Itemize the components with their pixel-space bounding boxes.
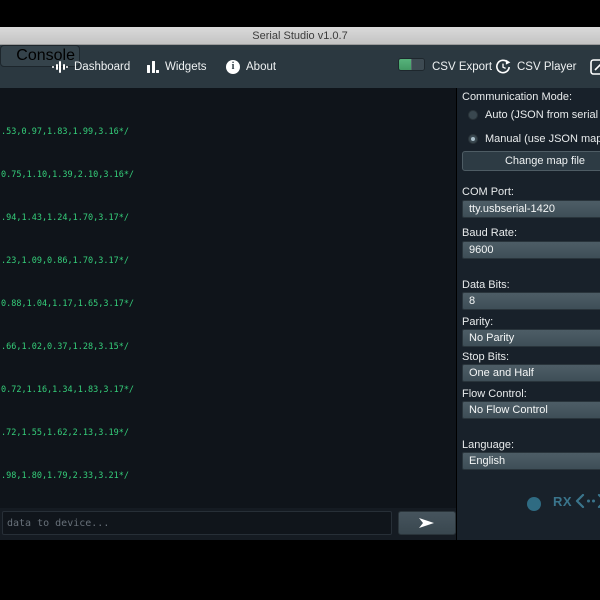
flow-control-select[interactable]: No Flow Control [462, 401, 600, 419]
parity-label: Parity: [462, 316, 494, 328]
console-line: .94,1.43,1.24,1.70,3.17*/ [1, 213, 129, 223]
radio-auto-label: Auto (JSON from serial [485, 109, 599, 121]
comm-mode-label: Communication Mode: [462, 91, 573, 103]
data-bits-value: 8 [469, 295, 476, 307]
data-bits-select[interactable]: 8 [462, 292, 600, 310]
console-line: .72,1.55,1.62,2.13,3.19*/ [1, 428, 129, 438]
console-line: .98,1.80,1.79,2.33,3.21*/ [1, 471, 129, 481]
change-map-file-button[interactable]: Change map file [462, 151, 600, 171]
flow-control-value: No Flow Control [469, 404, 548, 416]
stop-bits-label: Stop Bits: [462, 351, 510, 363]
console-line: 0.88,1.04,1.17,1.65,3.17*/ [1, 299, 135, 309]
console-panel: .53,0.97,1.83,1.99,3.16*/ 0.75,1.10,1.39… [0, 88, 456, 540]
settings-panel: Communication Mode: Auto (JSON from seri… [457, 88, 600, 540]
com-port-label: COM Port: [462, 186, 514, 198]
toolbar-button-log[interactable] [590, 45, 600, 88]
parity-value: No Parity [469, 332, 515, 344]
csv-export-label-item: CSV Export [432, 45, 492, 88]
parity-select[interactable]: No Parity [462, 329, 600, 347]
baud-rate-value: 9600 [469, 244, 494, 256]
radio-icon [468, 110, 478, 120]
console-line: 0.75,1.10,1.39,2.10,3.16*/ [1, 170, 135, 180]
radio-manual-json[interactable]: Manual (use JSON map [468, 133, 600, 145]
console-output[interactable]: .53,0.97,1.83,1.99,3.16*/ 0.75,1.10,1.39… [0, 88, 456, 508]
clock-replay-icon [496, 59, 511, 73]
console-line: .53,0.97,1.83,1.99,3.16*/ [1, 127, 129, 137]
language-label: Language: [462, 439, 514, 451]
console-input[interactable] [2, 511, 392, 535]
console-log: .53,0.97,1.83,1.99,3.16*/ 0.75,1.10,1.39… [1, 88, 134, 508]
com-port-select[interactable]: tty.usbserial-1420 [462, 200, 600, 218]
info-icon: i [226, 59, 240, 74]
toolbar: Console Dashboard Widgets i About CSV Ex… [0, 45, 600, 88]
serial-terminal-icon [575, 494, 600, 508]
toolbar-button-dashboard[interactable]: Dashboard [52, 45, 130, 88]
console-line: .23,1.09,0.86,1.70,3.17*/ [1, 256, 129, 266]
com-port-value: tty.usbserial-1420 [469, 203, 556, 215]
widgets-button-label: Widgets [165, 60, 207, 73]
csv-export-toggle[interactable] [398, 58, 425, 71]
toolbar-button-about[interactable]: i About [226, 45, 276, 88]
rx-led-indicator [527, 497, 541, 511]
stop-bits-select[interactable]: One and Half [462, 364, 600, 382]
toolbar-button-csv-player[interactable]: CSV Player [495, 45, 576, 88]
rx-label: RX [553, 494, 573, 509]
baud-rate-label: Baud Rate: [462, 227, 518, 239]
csv-export-label: CSV Export [432, 60, 493, 73]
pen-square-icon [590, 59, 600, 75]
language-select[interactable]: English [462, 452, 600, 470]
radio-manual-label: Manual (use JSON map [485, 133, 600, 145]
console-line: 0.72,1.16,1.34,1.83,3.17*/ [1, 385, 135, 395]
toolbar-button-widgets[interactable]: Widgets [147, 45, 207, 88]
dashboard-button-label: Dashboard [74, 60, 131, 73]
stop-bits-value: One and Half [469, 367, 534, 379]
app-window: Serial Studio v1.0.7 Console Dashboard W… [0, 0, 600, 600]
about-button-label: About [246, 60, 277, 73]
console-line: .66,1.02,0.37,1.28,3.15*/ [1, 342, 129, 352]
send-button[interactable] [398, 511, 456, 535]
waveform-icon [52, 59, 68, 75]
language-value: English [469, 455, 506, 467]
csv-player-label: CSV Player [517, 60, 577, 73]
radio-auto-json[interactable]: Auto (JSON from serial [468, 109, 598, 121]
send-icon [419, 518, 434, 528]
bar-chart-icon [147, 60, 159, 73]
window-titlebar[interactable]: Serial Studio v1.0.7 [0, 27, 600, 45]
radio-selected-icon [468, 134, 478, 144]
data-bits-label: Data Bits: [462, 279, 510, 291]
toggle-knob [411, 59, 424, 70]
baud-rate-select[interactable]: 9600 [462, 241, 600, 259]
window-title: Serial Studio v1.0.7 [252, 29, 348, 42]
flow-control-label: Flow Control: [462, 388, 527, 400]
